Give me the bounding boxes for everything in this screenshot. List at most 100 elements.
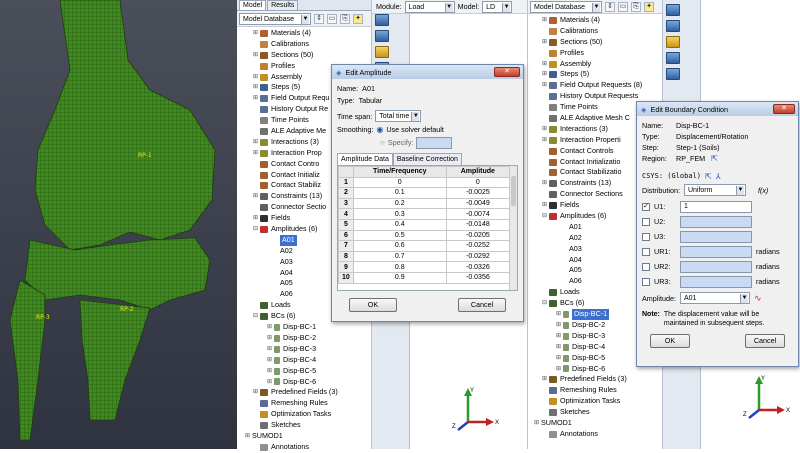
scrollbar-thumb[interactable] [511, 176, 516, 206]
bc-field-checkbox[interactable]: ✓ [642, 202, 650, 211]
expand-node-icon[interactable]: ⊞ [542, 178, 549, 189]
tree-item[interactable]: Sketches [253, 420, 371, 431]
table-row[interactable]: 100 [338, 176, 511, 189]
time-span-dropdown[interactable]: Total time ▼ [375, 110, 422, 122]
amplitude-cell[interactable]: -0.0292 [445, 250, 511, 263]
bc-field-checkbox[interactable] [642, 247, 650, 256]
table-row[interactable]: 4 0.3 -0.0074 [338, 208, 511, 220]
expand-icon[interactable]: ⇕ [605, 1, 615, 12]
tree-item[interactable]: Calibrations [253, 39, 371, 50]
load-tool-icon[interactable] [666, 20, 680, 32]
expand-node-icon[interactable]: ⊞ [556, 331, 563, 342]
time-cell[interactable]: 0.1 [352, 187, 447, 199]
tree-item[interactable]: Sketches [542, 407, 662, 418]
expand-node-icon[interactable]: ⊞ [556, 342, 563, 353]
expand-node-icon[interactable]: ⊞ [556, 364, 563, 375]
collapse-node-icon[interactable]: ⊟ [542, 298, 549, 309]
module-dropdown[interactable]: Load ▼ [404, 0, 455, 13]
table-row[interactable]: 3 0.2 -0.0049 [338, 197, 511, 210]
radio-specify[interactable]: ○ [380, 138, 385, 147]
specify-input[interactable] [416, 136, 453, 149]
bc-field-checkbox[interactable] [642, 277, 650, 286]
bc-dialog-titlebar[interactable]: ◈ Edit Boundary Condition ✕ [637, 102, 798, 116]
collapse-icon[interactable]: ▭ [327, 13, 337, 24]
load-manager-icon[interactable] [666, 4, 680, 16]
tree-item[interactable]: Remeshing Rules [253, 398, 371, 409]
tree-item[interactable]: Remeshing Rules [542, 385, 662, 396]
cancel-button[interactable]: Cancel [745, 334, 785, 348]
time-cell[interactable]: 0.5 [352, 229, 447, 242]
field-tool-icon[interactable] [666, 52, 680, 64]
lightbulb-icon[interactable]: ✦ [644, 1, 654, 12]
expand-node-icon[interactable]: ⊞ [542, 15, 549, 26]
expand-node-icon[interactable]: ⊞ [253, 387, 260, 398]
expand-node-icon[interactable]: ⊞ [253, 137, 260, 148]
expand-node-icon[interactable]: ⊞ [253, 148, 260, 159]
predefined-tool-icon[interactable] [666, 68, 680, 80]
expand-node-icon[interactable]: ⊞ [253, 191, 260, 202]
expand-node-icon[interactable]: ⊞ [542, 374, 549, 385]
expand-node-icon[interactable]: ⊞ [542, 200, 549, 211]
expand-node-icon[interactable]: ⊞ [267, 366, 274, 377]
tree-item[interactable]: ⊞ Disp-BC-2 [253, 333, 371, 344]
amplitude-cell[interactable]: -0.0356 [445, 271, 511, 284]
expand-node-icon[interactable]: ⊞ [542, 37, 549, 48]
fx-button[interactable]: f(x) [758, 186, 768, 195]
expand-node-icon[interactable]: ⊞ [556, 309, 563, 320]
expand-node-icon[interactable]: ⊞ [245, 431, 252, 442]
bc-amplitude-dropdown[interactable]: A01 ▼ [679, 292, 750, 304]
expand-node-icon[interactable]: ⊞ [267, 355, 274, 366]
expand-node-icon[interactable]: ⊞ [253, 72, 260, 83]
tree-item[interactable]: ⊞ Sections (50) [542, 37, 662, 48]
expand-node-icon[interactable]: ⊞ [267, 322, 274, 333]
amplitude-cell[interactable]: -0.0074 [445, 208, 511, 220]
tree-item[interactable]: ⊞ Disp-BC-3 [253, 344, 371, 355]
time-cell[interactable]: 0.9 [352, 271, 447, 284]
radio-solver-default[interactable]: ◉ [376, 125, 383, 134]
amplitude-cell[interactable]: -0.0326 [445, 261, 511, 273]
tree-item[interactable]: ⊞ SUMOD1 [245, 431, 371, 442]
bc-field-input[interactable] [680, 275, 752, 288]
expand-node-icon[interactable]: ⊞ [542, 80, 549, 91]
model-dropdown[interactable]: LD ▼ [482, 0, 513, 13]
tree-item[interactable]: ⊞ Disp-BC-4 [253, 355, 371, 366]
expand-node-icon[interactable]: ⊞ [253, 28, 260, 39]
table-row[interactable]: 6 0.5 -0.0205 [338, 229, 511, 242]
tree-item[interactable]: ⊞ Disp-BC-1 [253, 322, 371, 333]
expand-node-icon[interactable]: ⊞ [542, 124, 549, 135]
collapse-node-icon[interactable]: ⊟ [253, 224, 260, 235]
collapse-node-icon[interactable]: ⊟ [542, 211, 549, 222]
table-row[interactable]: 8 0.7 -0.0292 [338, 250, 511, 263]
model-database-dropdown[interactable]: Model Database ▼ [239, 12, 311, 25]
select-csys-icon[interactable]: ⇱ [705, 172, 712, 181]
tab-baseline-correction[interactable]: Baseline Correction [392, 153, 462, 165]
bc-field-input[interactable] [680, 230, 752, 243]
tree-item[interactable]: ⊞ Steps (5) [542, 69, 662, 80]
amplitude-cell[interactable]: -0.0049 [445, 197, 511, 210]
ok-button[interactable]: OK [650, 334, 690, 348]
amplitude-cell[interactable]: -0.0148 [445, 218, 511, 231]
bc-field-input[interactable] [680, 260, 752, 273]
expand-node-icon[interactable]: ⊞ [534, 418, 541, 429]
lightbulb-icon[interactable]: ✦ [353, 13, 363, 24]
expand-node-icon[interactable]: ⊞ [542, 135, 549, 146]
tree-item[interactable]: Profiles [542, 48, 662, 59]
bc-tool-icon[interactable] [666, 36, 680, 48]
expand-icon[interactable]: ⇕ [314, 13, 324, 24]
tree-item[interactable]: ⊞ Disp-BC-6 [253, 377, 371, 388]
tree-item[interactable]: ⊞ Materials (4) [253, 28, 371, 39]
tree-item[interactable]: ⊞ Field Output Requests (8) [542, 80, 662, 91]
filter-icon[interactable]: ⎘ [340, 13, 350, 24]
bc-field-input[interactable]: 1 [680, 200, 752, 213]
collapse-icon[interactable]: ▭ [618, 1, 628, 12]
tree-item[interactable]: ⊞ Predefined Fields (3) [253, 387, 371, 398]
expand-node-icon[interactable]: ⊞ [253, 50, 260, 61]
left-viewport[interactable]: RP-1 RP-2 RP-3 [0, 0, 237, 449]
expand-node-icon[interactable]: ⊞ [253, 93, 260, 104]
create-csys-icon[interactable]: ⅄ [716, 172, 721, 181]
table-row[interactable]: 10 0.9 -0.0356 [338, 271, 511, 284]
amplitude-cell[interactable]: -0.0205 [445, 229, 511, 242]
tree-item[interactable]: Calibrations [542, 26, 662, 37]
time-cell[interactable]: 0.7 [352, 250, 447, 263]
tree-item[interactable]: Optimization Tasks [253, 409, 371, 420]
